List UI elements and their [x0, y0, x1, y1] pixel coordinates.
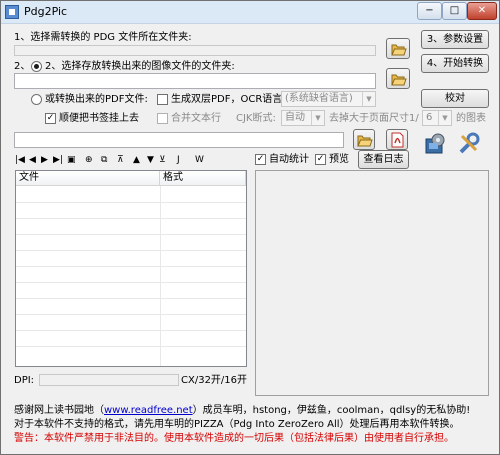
view-log-button[interactable]: 查看日志 [358, 150, 409, 169]
ocr-language-value: (系统缺省语言) [285, 93, 353, 104]
preview-checkbox[interactable]: ✓ [315, 154, 326, 165]
pdf-icon [391, 132, 404, 148]
chevron-down-icon: ▼ [438, 111, 451, 125]
double-layer-label: 生成双层PDF，OCR语言: [171, 94, 286, 105]
tools-icon[interactable] [456, 131, 482, 157]
app-window: Pdg2Pic − □ ✕ 1、选择需转换的 PDG 文件所在文件夹: 3、参数… [0, 0, 500, 455]
thanks-prefix: 感谢网上读书园地（ [14, 405, 104, 416]
first-icon[interactable]: |◀ [15, 154, 25, 166]
folder-open-icon [391, 74, 407, 86]
warning-text: 警告：本软件严禁用于非法目的。使用本软件造成的一切后果（包括法律后果）由使用者自… [14, 433, 454, 444]
sort-up-icon[interactable]: ▲ [133, 154, 140, 166]
bookmark-checkbox[interactable]: ✓ [45, 113, 56, 124]
last-icon[interactable]: ▶| [53, 154, 63, 166]
thanks-text: 感谢网上读书园地（www.readfree.net）成员车明，hstong，伊兹… [14, 405, 470, 417]
sort-top-icon[interactable]: ⊼ [117, 154, 124, 166]
edit-icon[interactable]: W [195, 154, 204, 166]
column-header-file[interactable]: 文件 [16, 171, 160, 186]
jump-icon[interactable]: J [177, 154, 180, 166]
window-title: Pdg2Pic [24, 5, 68, 18]
chevron-down-icon: ▼ [362, 92, 375, 106]
close-button[interactable]: ✕ [467, 2, 497, 20]
merge-text-checkbox[interactable] [157, 113, 168, 124]
next-icon[interactable]: ▶ [41, 154, 48, 166]
remove-size-select[interactable]: 6 ▼ [422, 110, 452, 126]
minimize-button[interactable]: − [417, 2, 442, 20]
column-header-format[interactable]: 格式 [160, 171, 246, 186]
remove-size-suffix: 的图表 [456, 113, 486, 124]
copy-icon[interactable]: ⧉ [101, 154, 107, 166]
source-folder-input[interactable] [14, 45, 376, 56]
preview-label: 预览 [329, 154, 349, 165]
ocr-language-select[interactable]: (系统缺省语言) ▼ [281, 91, 376, 107]
browse-source-button[interactable] [386, 38, 410, 59]
export-icon[interactable]: ▣ [67, 154, 76, 166]
image-folder-radio[interactable] [31, 61, 42, 72]
cjk-value: 自动 [285, 112, 305, 123]
target-folder-label: 2、选择存放转换出来的图像文件的文件夹: [45, 61, 235, 72]
prev-icon[interactable]: ◀ [29, 154, 36, 166]
auto-stats-checkbox[interactable]: ✓ [255, 154, 266, 165]
thanks-suffix: ）成员车明，hstong，伊兹鱼，coolman，qdlsy的无私协助! [192, 405, 471, 416]
dpi-label: DPI: [14, 375, 35, 386]
double-layer-checkbox[interactable] [157, 94, 168, 105]
folder-open-icon [357, 135, 373, 147]
merge-text-label: 合并文本行 [171, 113, 221, 124]
import-icon[interactable]: ⊕ [85, 154, 93, 166]
target-folder-input[interactable] [14, 73, 376, 89]
start-convert-button[interactable]: 4、开始转换 [421, 54, 489, 73]
remove-size-value: 6 [426, 112, 433, 123]
remove-size-label: 去掉大于页面尺寸1/ [329, 113, 419, 124]
preview-panel [255, 170, 489, 396]
proof-button[interactable]: 校对 [421, 89, 489, 108]
pdf-path-input[interactable] [14, 132, 344, 148]
folder-open-icon [391, 44, 407, 56]
dpi-progress-bar [39, 374, 179, 386]
step2-prefix: 2、 [14, 61, 31, 72]
settings-icon[interactable] [423, 131, 449, 157]
open-pdf-button[interactable] [386, 129, 408, 150]
maximize-button[interactable]: □ [442, 2, 467, 20]
chevron-down-icon: ▼ [311, 111, 324, 125]
file-list[interactable]: 文件 格式 [15, 170, 247, 367]
title-bar: Pdg2Pic − □ ✕ [1, 1, 499, 24]
pdf-output-label: 或转换出来的PDF文件: [45, 94, 148, 105]
sort-bottom-icon[interactable]: ⊻ [159, 154, 166, 166]
auto-stats-label: 自动统计 [269, 154, 309, 165]
format-note-text: 对于本软件不支持的格式，请先用车明的PIZZA（Pdg Into ZeroZer… [14, 419, 460, 430]
params-button[interactable]: 3、参数设置 [421, 30, 489, 49]
source-folder-label: 1、选择需转换的 PDG 文件所在文件夹: [14, 32, 192, 43]
browse-pdf-button[interactable] [353, 129, 375, 150]
readfree-link[interactable]: www.readfree.net [104, 405, 193, 416]
pdf-output-radio[interactable] [31, 94, 42, 105]
app-icon [5, 5, 19, 19]
cjk-label: CJK断式: [236, 113, 276, 124]
bookmark-label: 顺便把书签挂上去 [59, 113, 139, 124]
paper-size-text: CX/32开/16开 [181, 375, 248, 386]
cjk-select[interactable]: 自动 ▼ [281, 110, 325, 126]
browse-target-button[interactable] [386, 68, 410, 89]
sort-down-icon[interactable]: ▼ [147, 154, 154, 166]
